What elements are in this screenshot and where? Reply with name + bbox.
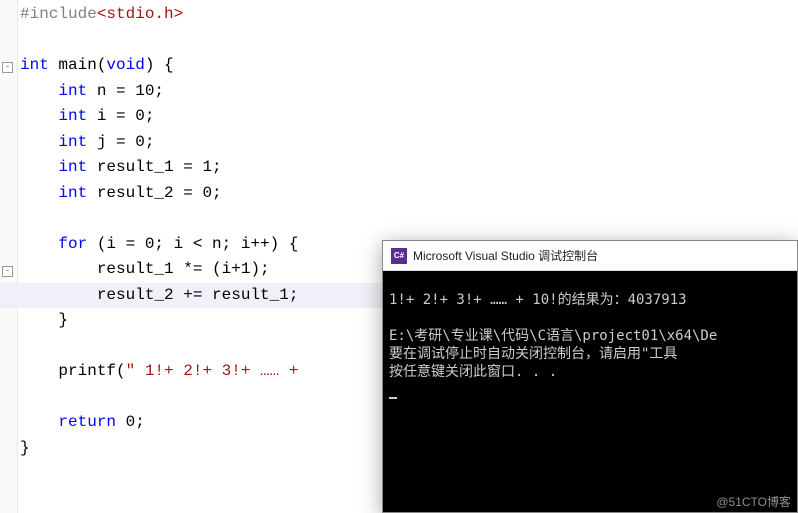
console-line: 1!+ 2!+ 3!+ …… + 10!的结果为：4037913: [389, 292, 687, 308]
console-title-text: Microsoft Visual Studio 调试控制台: [413, 247, 598, 264]
code-line: int result_1 = 1;: [20, 155, 798, 181]
debug-console-window[interactable]: C# Microsoft Visual Studio 调试控制台 1!+ 2!+…: [382, 240, 798, 513]
code-line: int main(void) {: [20, 53, 798, 79]
code-line: [20, 206, 798, 232]
code-line: int result_2 = 0;: [20, 181, 798, 207]
code-line: #include<stdio.h>: [20, 2, 798, 28]
console-line: E:\考研\专业课\代码\C语言\project01\x64\De: [389, 328, 717, 344]
gutter: - -: [0, 0, 18, 513]
cursor-icon: [389, 397, 397, 399]
console-line: 按任意键关闭此窗口. . .: [389, 364, 557, 380]
console-line: 要在调试停止时自动关闭控制台，请启用"工具: [389, 346, 677, 362]
watermark-text: @51CTO博客: [716, 493, 791, 510]
include-path: <stdio.h>: [97, 5, 183, 23]
code-line: int j = 0;: [20, 130, 798, 156]
console-output[interactable]: 1!+ 2!+ 3!+ …… + 10!的结果为：4037913 E:\考研\专…: [383, 271, 797, 512]
code-line: [20, 28, 798, 54]
console-titlebar[interactable]: C# Microsoft Visual Studio 调试控制台: [383, 241, 797, 271]
code-line: int n = 10;: [20, 79, 798, 105]
fold-icon[interactable]: -: [2, 266, 13, 277]
fold-icon[interactable]: -: [2, 62, 13, 73]
code-line: int i = 0;: [20, 104, 798, 130]
preprocessor: #include: [20, 5, 97, 23]
vs-icon: C#: [391, 248, 407, 264]
